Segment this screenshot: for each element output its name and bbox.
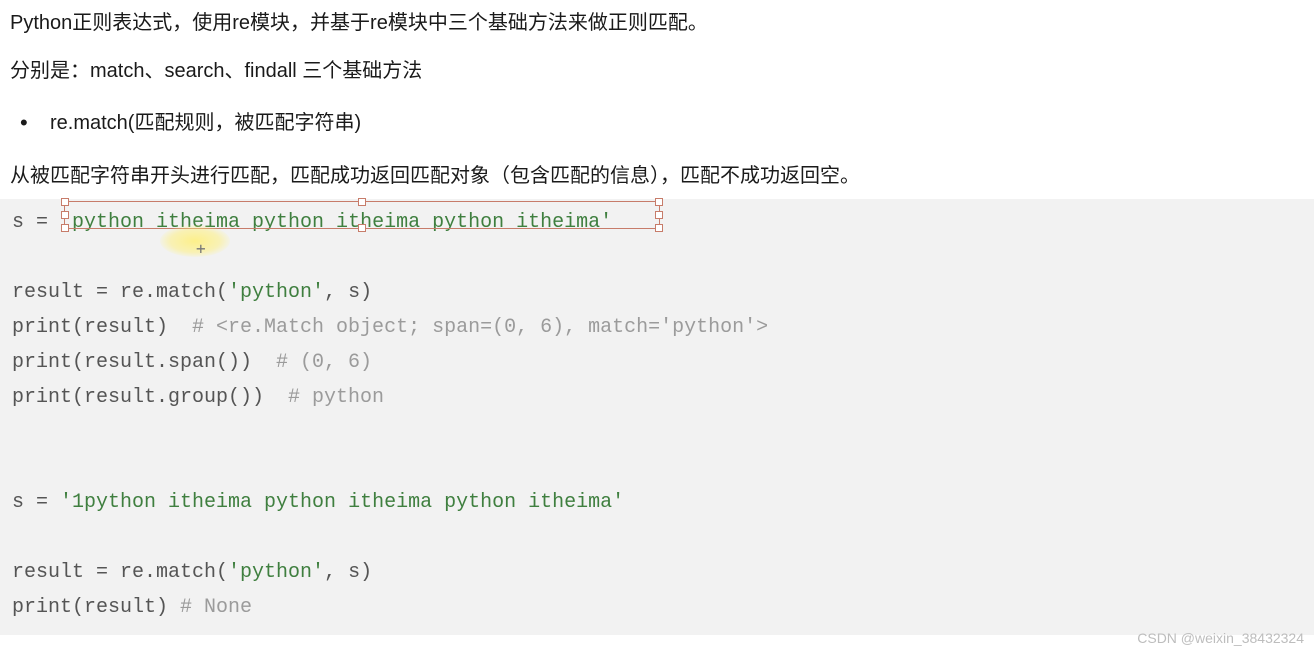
code-line: print(result.span()) # (0, 6) [12,345,1302,380]
code-line: result = re.match('python', s) [12,555,1302,590]
bullet-dot-icon: • [10,106,50,139]
intro-paragraph-1: Python正则表达式，使用re模块，并基于re模块中三个基础方法来做正则匹配。 [10,8,1304,38]
intro-paragraph-4: 从被匹配字符串开头进行匹配，匹配成功返回匹配对象（包含匹配的信息），匹配不成功返… [10,161,1304,191]
code-block: + s = 'python itheima python itheima pyt… [0,199,1314,635]
code-line: s = 'python itheima python itheima pytho… [12,205,1302,240]
bullet-item: • re.match(匹配规则，被匹配字符串) [10,106,1304,139]
code-line: print(result.group()) # python [12,380,1302,415]
code-line [12,520,1302,555]
watermark-text: CSDN @weixin_38432324 [1137,630,1304,646]
intro-text: Python正则表达式，使用re模块，并基于re模块中三个基础方法来做正则匹配。… [0,0,1314,199]
intro-paragraph-2: 分别是：match、search、findall 三个基础方法 [10,56,1304,86]
code-line: result = re.match('python', s) [12,275,1302,310]
code-line [12,450,1302,485]
code-line [12,240,1302,275]
bullet-text: re.match(匹配规则，被匹配字符串) [50,108,361,138]
code-line: print(result) # None [12,590,1302,625]
code-line: print(result) # <re.Match object; span=(… [12,310,1302,345]
code-line: s = '1python itheima python itheima pyth… [12,485,1302,520]
code-line [12,415,1302,450]
